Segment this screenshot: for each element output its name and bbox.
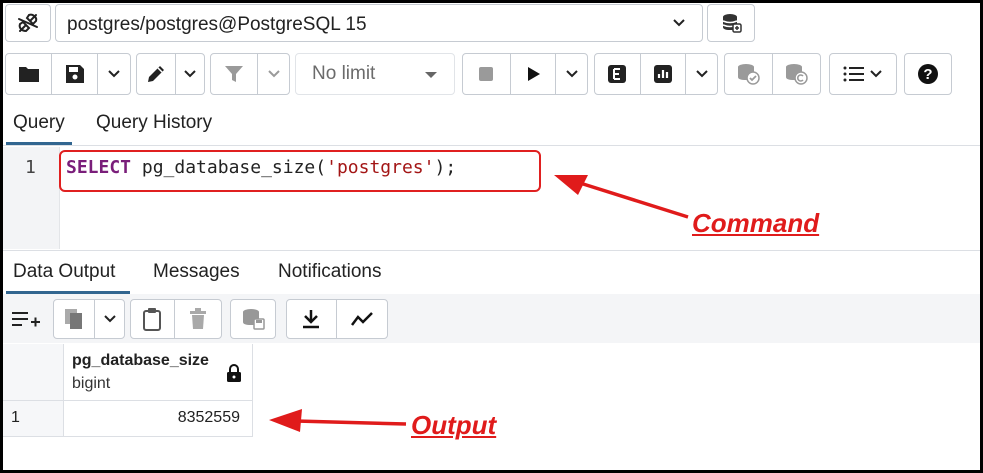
macros-menu-button[interactable] bbox=[829, 53, 897, 95]
command-arrow-icon bbox=[554, 175, 689, 219]
tab-query[interactable]: Query bbox=[13, 112, 65, 134]
filter-button[interactable] bbox=[211, 54, 259, 94]
open-file-button[interactable] bbox=[6, 54, 52, 94]
help-icon: ? bbox=[918, 64, 938, 84]
column-type: bigint bbox=[72, 375, 111, 392]
chevron-down-icon bbox=[695, 70, 708, 78]
execute-button[interactable] bbox=[511, 54, 557, 94]
stop-icon bbox=[479, 67, 494, 81]
command-highlight-box bbox=[59, 150, 541, 192]
connection-label: postgres/postgres@PostgreSQL 15 bbox=[67, 14, 367, 35]
command-annotation: Command bbox=[692, 208, 820, 238]
tab-data-output[interactable]: Data Output bbox=[13, 261, 115, 283]
execute-toolbar-group bbox=[462, 53, 588, 95]
transaction-toolbar-group bbox=[724, 53, 821, 95]
file-toolbar-group bbox=[5, 53, 131, 95]
save-button[interactable] bbox=[52, 54, 98, 94]
database-stack-icon bbox=[722, 14, 742, 33]
explain-e-icon bbox=[608, 65, 627, 83]
explain-analyze-button[interactable] bbox=[641, 54, 687, 94]
save-data-icon bbox=[243, 309, 265, 330]
svg-text:?: ? bbox=[923, 66, 932, 83]
copy-toolbar-group bbox=[53, 299, 125, 339]
graph-icon bbox=[350, 312, 373, 326]
save-icon bbox=[65, 65, 84, 83]
commit-button[interactable] bbox=[725, 54, 773, 94]
graph-visualiser-button[interactable] bbox=[337, 300, 387, 338]
cell-value: 8352559 bbox=[177, 409, 240, 426]
tabs-divider bbox=[3, 145, 980, 146]
rollback-button[interactable] bbox=[773, 54, 821, 94]
play-icon bbox=[527, 67, 540, 81]
grid-corner[interactable] bbox=[3, 344, 64, 401]
delete-icon bbox=[189, 308, 206, 329]
stop-button[interactable] bbox=[463, 54, 511, 94]
chevron-down-icon bbox=[184, 70, 196, 78]
paste-icon bbox=[143, 308, 162, 331]
column-header[interactable]: pg_database_size bigint bbox=[64, 344, 253, 401]
add-row-icon bbox=[12, 312, 40, 327]
row-number-cell[interactable]: 1 bbox=[3, 401, 64, 437]
tab-notifications[interactable]: Notifications bbox=[278, 261, 382, 283]
output-arrow-icon bbox=[269, 409, 407, 432]
caret-down-icon bbox=[425, 72, 437, 78]
chevron-down-icon bbox=[103, 315, 116, 323]
paste-button[interactable] bbox=[131, 300, 175, 338]
new-connection-button[interactable] bbox=[707, 4, 755, 42]
table-cell[interactable]: 8352559 bbox=[64, 401, 253, 437]
macros-list-icon bbox=[843, 66, 864, 82]
save-data-button[interactable] bbox=[230, 299, 276, 339]
chevron-down-icon bbox=[267, 70, 280, 78]
copy-icon bbox=[65, 309, 83, 329]
help-button[interactable]: ? bbox=[904, 53, 952, 95]
line-number: 1 bbox=[25, 157, 36, 178]
copy-options-dropdown[interactable] bbox=[95, 300, 124, 338]
paste-delete-group bbox=[130, 299, 222, 339]
chevron-down-icon bbox=[565, 70, 578, 78]
row-number: 1 bbox=[11, 409, 20, 426]
edit-options-dropdown[interactable] bbox=[176, 54, 204, 94]
explain-toolbar-group bbox=[594, 53, 718, 95]
tab-messages[interactable]: Messages bbox=[153, 261, 240, 283]
row-limit-value: No limit bbox=[312, 63, 376, 84]
copy-button[interactable] bbox=[54, 300, 96, 338]
edit-button[interactable] bbox=[137, 54, 177, 94]
edit-toolbar-group bbox=[136, 53, 205, 95]
filter-options-dropdown[interactable] bbox=[258, 54, 289, 94]
download-graph-group bbox=[286, 299, 388, 339]
output-annotation: Output bbox=[411, 410, 497, 440]
explain-analyze-icon bbox=[653, 65, 672, 83]
download-icon bbox=[303, 310, 320, 329]
rollback-icon bbox=[786, 64, 808, 85]
folder-icon bbox=[18, 67, 39, 82]
chevron-down-icon bbox=[108, 70, 120, 78]
delete-button[interactable] bbox=[175, 300, 221, 338]
connection-select[interactable]: postgres/postgres@PostgreSQL 15 bbox=[55, 4, 703, 42]
disconnect-button[interactable] bbox=[5, 4, 51, 42]
edit-pen-icon bbox=[148, 66, 165, 82]
add-row-button[interactable] bbox=[4, 299, 48, 339]
download-button[interactable] bbox=[287, 300, 337, 338]
explain-button[interactable] bbox=[595, 54, 641, 94]
explain-options-dropdown[interactable] bbox=[686, 54, 717, 94]
save-options-dropdown[interactable] bbox=[98, 54, 130, 94]
chevron-down-icon bbox=[673, 19, 685, 27]
chevron-down-icon bbox=[870, 70, 882, 78]
tab-query-history[interactable]: Query History bbox=[96, 112, 212, 134]
lock-icon bbox=[227, 364, 241, 382]
disconnect-plug-icon bbox=[18, 13, 38, 33]
panel-divider bbox=[3, 250, 980, 251]
column-name: pg_database_size bbox=[72, 352, 209, 369]
execute-options-dropdown[interactable] bbox=[556, 54, 587, 94]
commit-icon bbox=[738, 64, 760, 85]
filter-icon bbox=[225, 66, 244, 82]
filter-toolbar-group bbox=[210, 53, 290, 95]
row-limit-select[interactable]: No limit bbox=[295, 53, 455, 95]
